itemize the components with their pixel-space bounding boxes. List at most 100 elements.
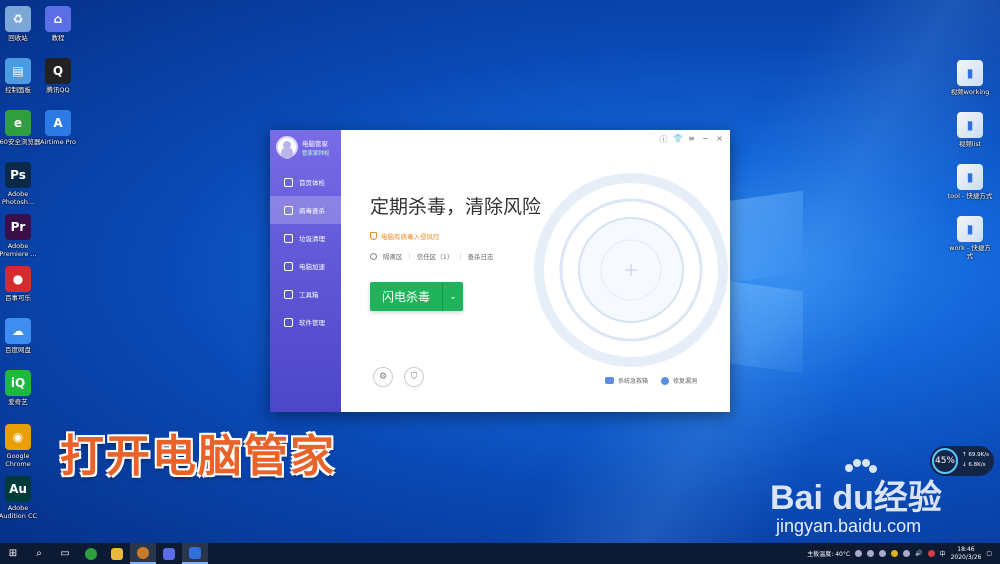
warning-shield-icon — [370, 232, 377, 240]
desktop-icon[interactable]: Au Adobe Audition CC — [0, 476, 42, 520]
desktop-icon[interactable]: ▮ tool - 快捷方式 — [946, 164, 994, 200]
clock[interactable]: 18:46 2020/3/26 — [951, 546, 982, 562]
baidu-netdisk-icon: ☁ — [5, 318, 31, 344]
premiere-icon: Pr — [5, 214, 31, 240]
desktop-icon-label: 视频list — [958, 140, 982, 148]
chevron-down-icon[interactable]: ⌄ — [442, 282, 463, 311]
quick-scan-label[interactable]: 闪电杀毒 — [370, 282, 442, 311]
sidebar: 电脑管家 管家家种权 首页体检病毒查杀垃圾清理电脑加速工具箱软件管理 — [270, 130, 341, 412]
sidebar-item[interactable]: 电脑加速 — [270, 252, 341, 280]
notification-icon[interactable]: ▢ — [986, 550, 992, 557]
tray-icon[interactable] — [927, 550, 935, 557]
desktop-icon-label: Adobe Audition CC — [0, 504, 38, 520]
system-tray: 主板温度: 40°C 🔊 中 18:46 2020/3/26 ▢ — [807, 543, 992, 564]
sidebar-item[interactable]: 垃圾清理 — [270, 224, 341, 252]
sidebar-item-label: 垃圾清理 — [299, 235, 325, 243]
desktop-icon-label: 爱奇艺 — [8, 398, 28, 406]
tray-icon[interactable] — [903, 550, 911, 557]
window-controls: ⓘ 👕 ≡ − × — [659, 134, 724, 145]
sidebar-item[interactable]: 软件管理 — [270, 308, 341, 336]
rocket-icon — [284, 261, 293, 271]
shield-icon[interactable]: ⛉ — [404, 367, 424, 387]
qq-icon: Q — [45, 58, 71, 84]
desktop-icon[interactable]: ● 百事可乐 — [0, 266, 42, 302]
desktop-icon-label: 百事可乐 — [5, 294, 31, 302]
shortcut-icon: ▮ — [957, 216, 983, 242]
desktop-icon[interactable]: ☁ 百度网盘 — [0, 318, 42, 354]
desktop-icon[interactable]: Ps Adobe Photosh... — [0, 162, 42, 206]
board-temperature: 主板温度: 40°C — [807, 551, 851, 558]
sidebar-item[interactable]: 病毒查杀 — [270, 196, 341, 224]
ime-icon[interactable]: 中 — [940, 549, 946, 558]
trust-zone-link[interactable]: 信任区（1） — [417, 251, 454, 261]
system-emergency-label: 系统急救箱 — [618, 378, 649, 385]
desktop-icon[interactable]: A Airtime Pro — [34, 110, 82, 146]
folder-icon: ▮ — [957, 60, 983, 86]
start-button[interactable]: ⊞ — [0, 543, 26, 564]
volume-icon[interactable]: 🔊 — [915, 550, 922, 557]
pepsi-icon: ● — [5, 266, 31, 292]
link-separator: | — [459, 252, 462, 260]
quarantine-link[interactable]: 隔离区 — [383, 251, 403, 261]
folder-icon: ▮ — [957, 112, 983, 138]
tray-icon[interactable] — [855, 550, 863, 557]
minimize-icon[interactable]: − — [701, 134, 710, 145]
taskbar-app-recorder[interactable] — [130, 543, 156, 564]
taskbar-app-explorer[interactable] — [104, 543, 130, 564]
desktop-icon-label: Adobe Photosh... — [1, 190, 35, 206]
sidebar-item-label: 电脑加速 — [299, 263, 325, 271]
settings-icon[interactable]: ⚙ — [373, 367, 393, 387]
desktop-icon[interactable]: ◉ Google Chrome — [0, 424, 42, 468]
search-icon[interactable]: ⌕ — [26, 543, 52, 564]
recycle-bin-icon: ♻ — [5, 6, 31, 32]
clock-time: 18:46 — [957, 545, 975, 553]
radar-decoration — [534, 173, 728, 367]
skin-icon[interactable]: 👕 — [673, 134, 683, 145]
desktop-icon[interactable]: Q 腾讯QQ — [34, 58, 82, 94]
chrome-icon: ◉ — [5, 424, 31, 450]
iqiyi-icon: iQ — [5, 370, 31, 396]
desktop-icon[interactable]: Pr Adobe Premiere ... — [0, 214, 42, 258]
desktop-icon-label: 百度网盘 — [5, 346, 31, 354]
taskbar-app-pc-manager[interactable] — [182, 543, 208, 564]
audition-icon: Au — [5, 476, 31, 502]
risk-warning-text: 电脑有病毒入侵风险 — [381, 233, 440, 241]
page-heading: 定期杀毒，清除风险 — [370, 196, 542, 218]
task-view-icon[interactable]: ▭ — [52, 543, 78, 564]
info-icon[interactable]: ⓘ — [659, 134, 668, 145]
sidebar-item[interactable]: 首页体检 — [270, 168, 341, 196]
sidebar-item-label: 首页体检 — [299, 179, 325, 187]
windows-logo-wallpaper — [725, 182, 805, 374]
repair-vuln-link[interactable]: 修复漏洞 — [661, 376, 697, 385]
sidebar-item-label: 病毒查杀 — [299, 207, 325, 215]
desktop-icon[interactable]: ▮ work - 快捷方式 — [946, 216, 994, 260]
quarantine-icon — [370, 252, 377, 260]
profile[interactable]: 电脑管家 管家家种权 — [274, 135, 340, 161]
quick-scan-button[interactable]: 闪电杀毒 ⌄ — [370, 282, 463, 311]
desktop-icon[interactable]: ▮ 视频list — [946, 112, 994, 148]
scan-log-link[interactable]: 查杀日志 — [468, 251, 494, 261]
baidu-logo-text: Bai du经验 — [770, 479, 942, 517]
virus-scan-icon — [284, 205, 293, 215]
taskbar-app-360[interactable] — [78, 543, 104, 564]
avatar[interactable] — [276, 136, 298, 158]
tray-icon[interactable] — [879, 550, 887, 557]
desktop-icon-label: Airtime Pro — [40, 138, 76, 146]
profile-subtitle[interactable]: 管家家种权 — [302, 149, 330, 157]
taskbar-app-tutorial[interactable] — [156, 543, 182, 564]
tray-icon[interactable] — [867, 550, 875, 557]
control-panel-icon: ▤ — [5, 58, 31, 84]
close-icon[interactable]: × — [715, 134, 724, 145]
sidebar-item-label: 工具箱 — [299, 291, 319, 299]
desktop-icon-label: Google Chrome — [5, 452, 31, 468]
desktop-icon[interactable]: ⌂ 教程 — [34, 6, 82, 42]
desktop-icon-label: 腾讯QQ — [46, 86, 70, 94]
desktop-icon[interactable]: iQ 爱奇艺 — [0, 370, 42, 406]
sidebar-item[interactable]: 工具箱 — [270, 280, 341, 308]
tray-icon[interactable] — [891, 550, 899, 557]
desktop-icon-label: tool - 快捷方式 — [947, 192, 993, 200]
system-emergency-link[interactable]: 系统急救箱 — [605, 376, 648, 385]
desktop-icon[interactable]: ▮ 视频working — [946, 60, 994, 96]
menu-icon[interactable]: ≡ — [687, 134, 696, 145]
tutorial-icon: ⌂ — [45, 6, 71, 32]
